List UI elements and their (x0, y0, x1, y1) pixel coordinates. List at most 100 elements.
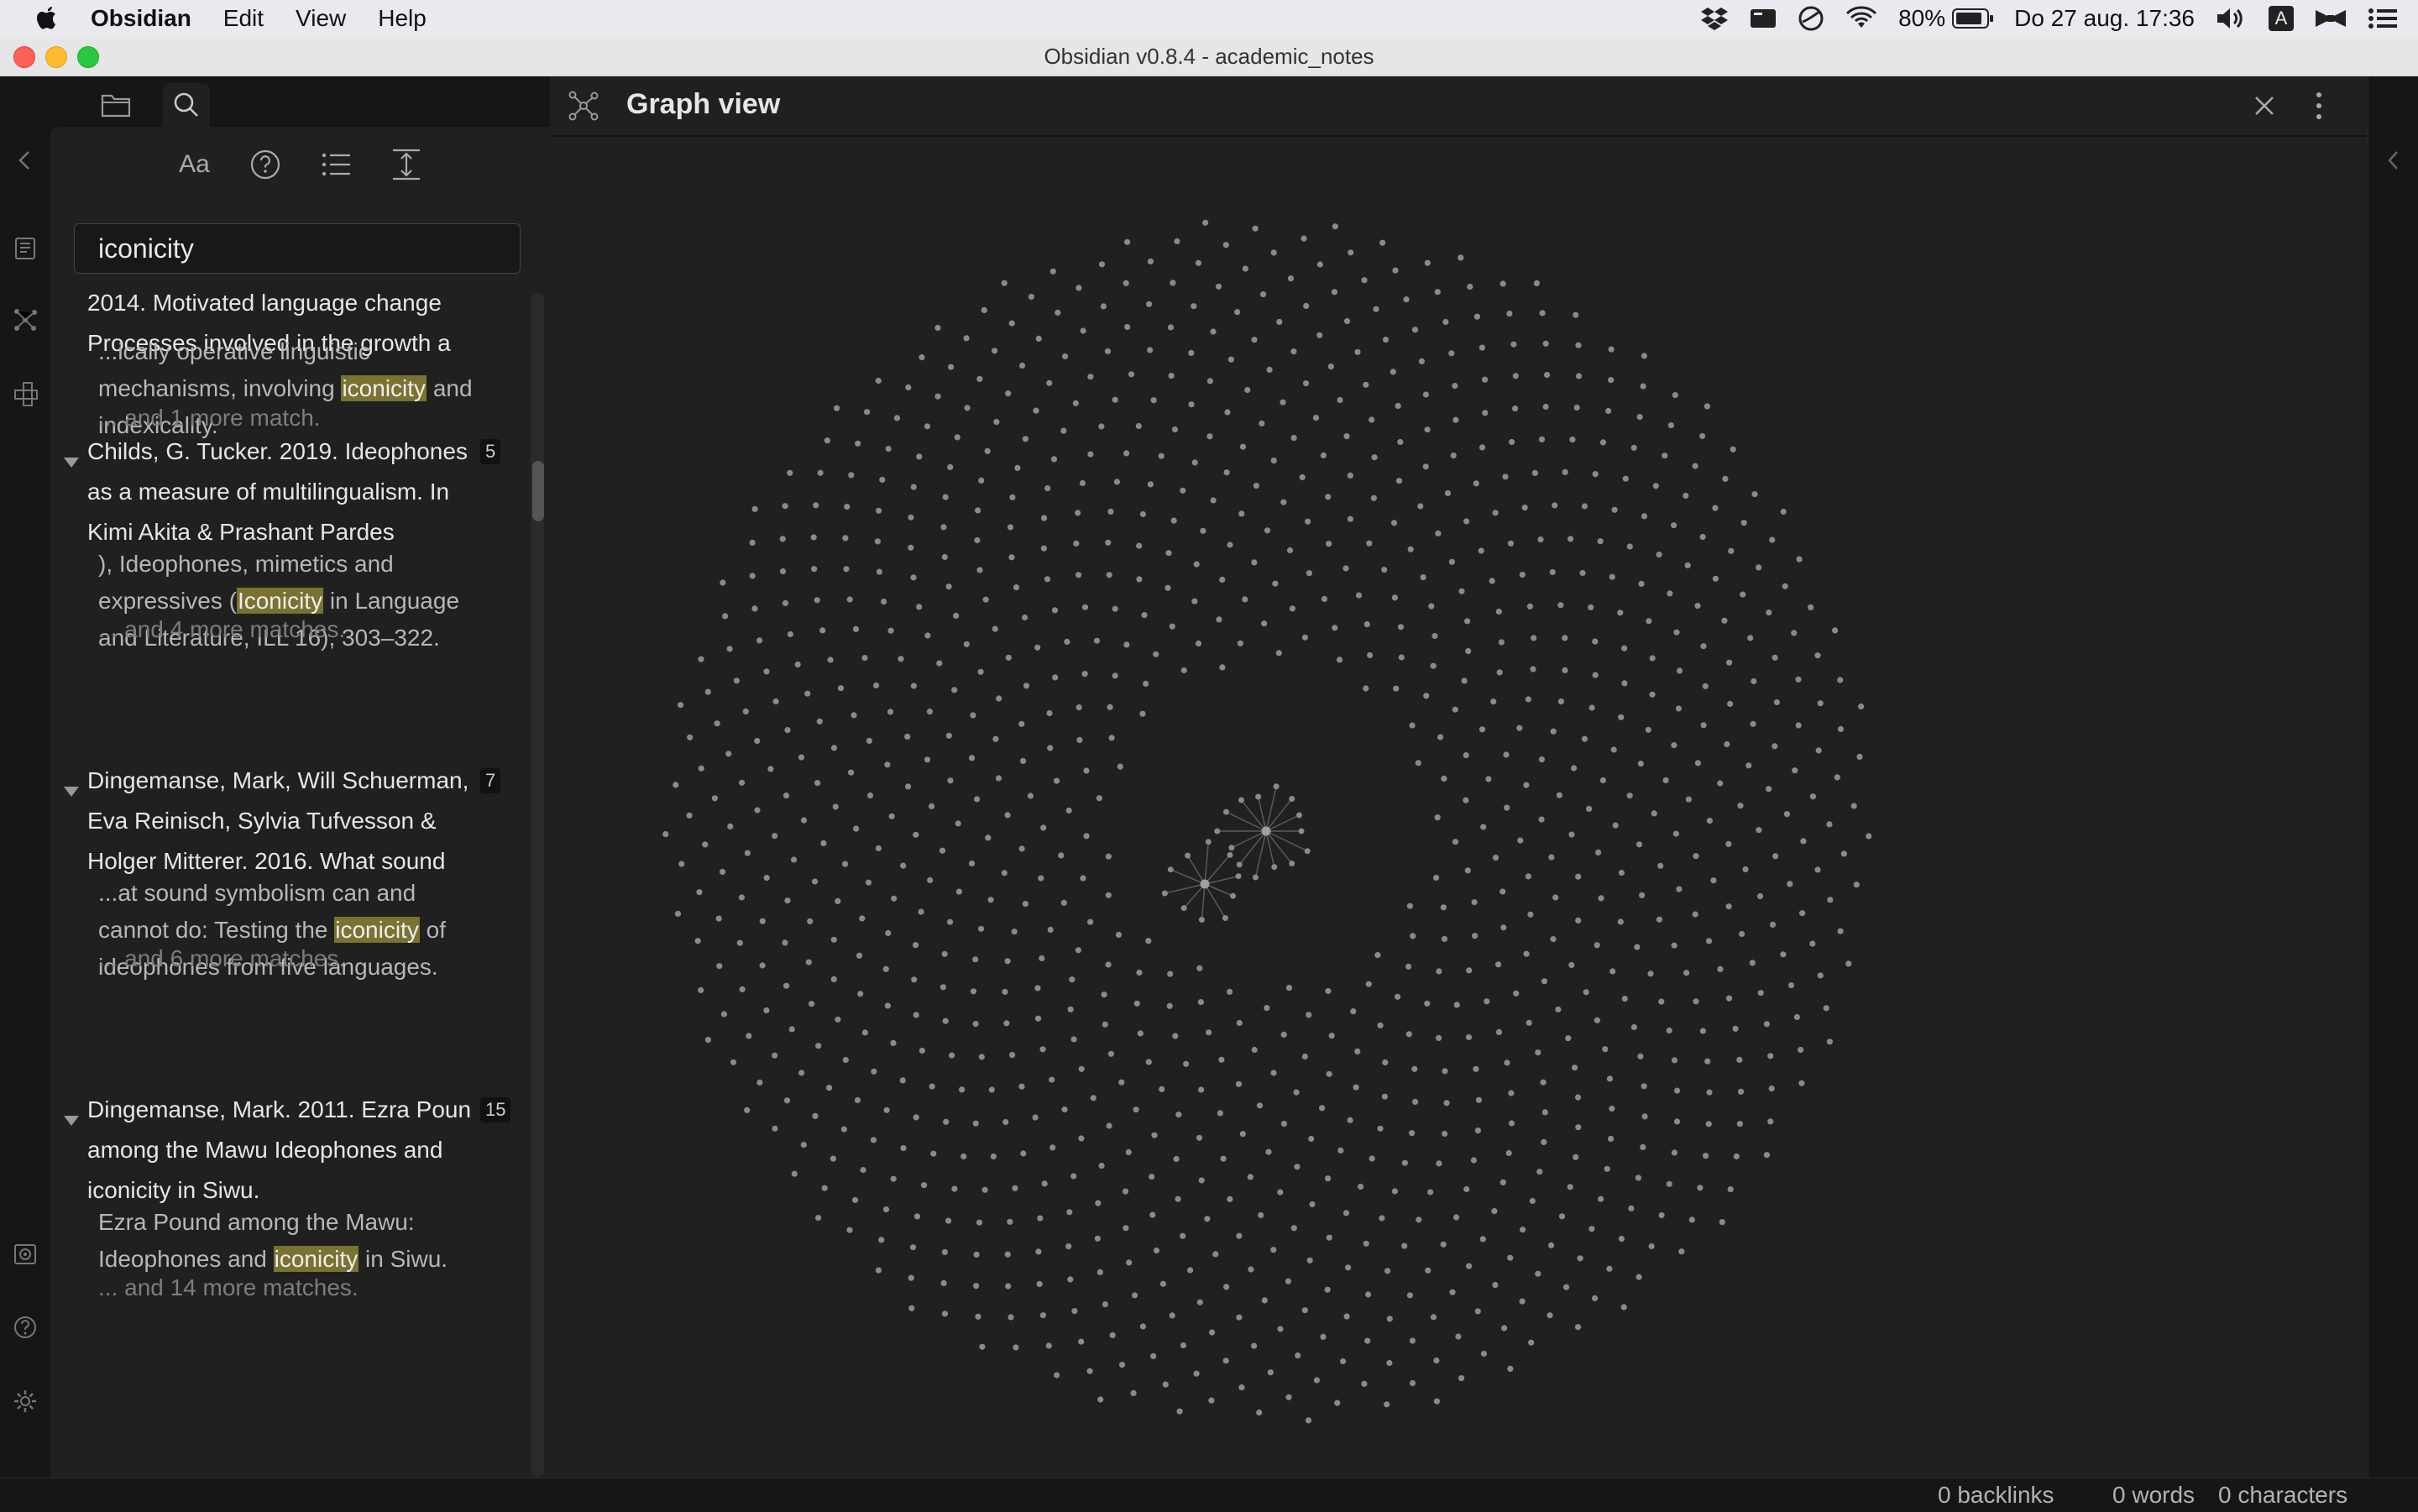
graph-node[interactable] (812, 1112, 819, 1119)
graph-node[interactable] (1081, 671, 1088, 678)
graph-node[interactable] (673, 782, 679, 788)
graph-node[interactable] (1837, 928, 1844, 934)
graph-node[interactable] (916, 453, 923, 460)
graph-node[interactable] (875, 377, 882, 385)
graph-node[interactable] (1104, 348, 1111, 354)
graph-node[interactable] (1410, 933, 1416, 939)
graph-node[interactable] (772, 833, 778, 840)
graph-node[interactable] (1598, 1195, 1604, 1202)
graph-node[interactable] (1153, 651, 1159, 657)
graph-node[interactable] (1448, 350, 1455, 357)
graph-node[interactable] (1409, 722, 1416, 729)
graph-node[interactable] (1767, 1118, 1774, 1125)
graph-node[interactable] (1038, 875, 1044, 882)
graph-node[interactable] (1256, 1409, 1263, 1416)
graph-node[interactable] (1039, 955, 1045, 962)
graph-node[interactable] (1636, 414, 1643, 421)
menu-app-name[interactable]: Obsidian (91, 5, 191, 32)
graph-node[interactable] (911, 976, 918, 983)
graph-node[interactable] (1502, 473, 1509, 480)
graph-node[interactable] (1112, 605, 1118, 612)
graph-node[interactable] (814, 597, 820, 604)
graph-node[interactable] (749, 573, 756, 579)
graph-node[interactable] (1196, 965, 1203, 971)
graph-node[interactable] (934, 393, 941, 400)
graph-node[interactable] (978, 925, 985, 932)
graph-node[interactable] (727, 823, 734, 830)
graph-node[interactable] (815, 1043, 822, 1049)
graph-node[interactable] (1699, 1028, 1706, 1034)
graph-node[interactable] (1076, 736, 1083, 744)
graph-node[interactable] (1220, 1155, 1227, 1162)
graph-node[interactable] (1536, 1169, 1543, 1175)
graph-node[interactable] (1671, 1149, 1677, 1156)
graph-node[interactable] (1069, 976, 1076, 983)
search-input[interactable] (74, 223, 521, 274)
graph-node[interactable] (1392, 267, 1399, 274)
graph-node[interactable] (1634, 944, 1641, 950)
graph-node[interactable] (1415, 760, 1421, 766)
graph-node[interactable] (1639, 892, 1646, 898)
graph-node[interactable] (1433, 874, 1440, 882)
graph-node[interactable] (1070, 1036, 1077, 1043)
graph-node[interactable] (984, 447, 991, 454)
graph-node[interactable] (1618, 870, 1625, 876)
graph-node[interactable] (908, 514, 914, 521)
graph-node[interactable] (1641, 1083, 1647, 1090)
graph-node[interactable] (744, 850, 751, 856)
graph-node[interactable] (1809, 940, 1816, 947)
graph-node[interactable] (945, 1217, 952, 1224)
graph-node[interactable] (1697, 1185, 1704, 1191)
graph-node[interactable] (1343, 317, 1351, 325)
graph-node[interactable] (837, 685, 845, 692)
graph-node[interactable] (876, 568, 882, 575)
graph-node[interactable] (1749, 960, 1756, 966)
graph-node[interactable] (1167, 866, 1174, 873)
graph-node[interactable] (1433, 1398, 1440, 1405)
graph-node[interactable] (1479, 344, 1485, 351)
graph-canvas[interactable] (552, 137, 2368, 1478)
graph-node[interactable] (987, 897, 994, 903)
graph-node[interactable] (840, 1126, 847, 1133)
graph-node[interactable] (1008, 1314, 1014, 1321)
graph-node[interactable] (1313, 1377, 1320, 1384)
graph-node[interactable] (1332, 625, 1338, 631)
graph-node[interactable] (1412, 1098, 1419, 1105)
graph-node[interactable] (1658, 998, 1665, 1005)
graph-node[interactable] (1610, 746, 1617, 753)
graph-node[interactable] (1052, 674, 1059, 681)
graph-node[interactable] (1075, 510, 1081, 516)
graph-node[interactable] (1507, 1254, 1514, 1261)
graph-node[interactable] (1149, 1211, 1156, 1218)
graph-node[interactable] (1512, 373, 1519, 379)
graph-node[interactable] (1365, 1291, 1372, 1298)
graph-node[interactable] (1366, 540, 1373, 547)
graph-node[interactable] (1767, 1053, 1774, 1059)
graph-node[interactable] (1087, 918, 1094, 925)
graph-node[interactable] (1717, 965, 1724, 972)
graph-node[interactable] (763, 668, 770, 675)
graph-node[interactable] (1265, 1148, 1272, 1155)
graph-node[interactable] (1541, 978, 1548, 985)
graph-node[interactable] (1058, 852, 1065, 859)
graph-node[interactable] (882, 965, 889, 972)
graph-node[interactable] (714, 720, 720, 727)
graph-node[interactable] (1285, 1394, 1292, 1400)
graph-node[interactable] (1066, 1209, 1073, 1216)
graph-node[interactable] (1170, 517, 1177, 524)
graph-node[interactable] (1530, 666, 1536, 672)
graph-node[interactable] (1608, 1135, 1615, 1142)
graph-node[interactable] (1294, 1164, 1301, 1170)
graph-node[interactable] (1290, 348, 1297, 355)
graph-node[interactable] (1499, 280, 1506, 287)
collapse-arrow-icon[interactable] (64, 458, 79, 468)
graph-node[interactable] (876, 507, 882, 514)
graph-node[interactable] (1463, 518, 1470, 525)
graph-node[interactable] (1575, 373, 1583, 379)
graph-node[interactable] (1608, 346, 1615, 353)
graph-node[interactable] (1671, 942, 1677, 949)
graph-node[interactable] (1215, 283, 1222, 290)
graph-node[interactable] (1301, 235, 1307, 242)
graph-node[interactable] (783, 1097, 791, 1104)
graph-node[interactable] (1599, 439, 1607, 446)
